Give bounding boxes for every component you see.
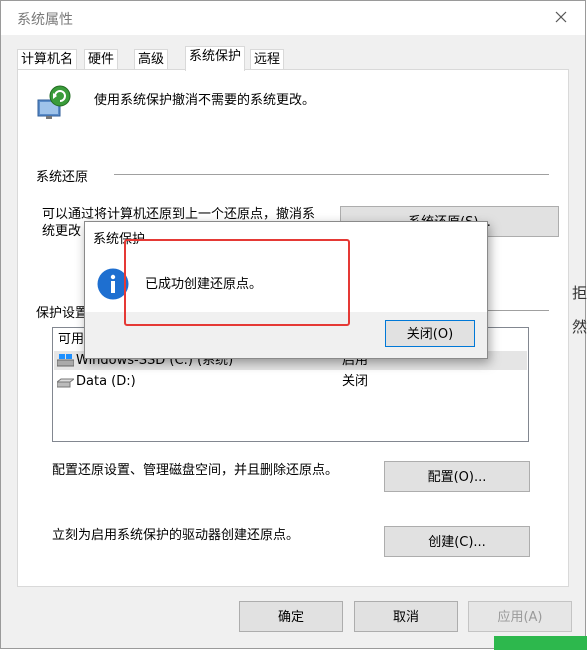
column-header-available: 可用 xyxy=(58,332,85,347)
intro-text: 使用系统保护撤消不需要的系统更改。 xyxy=(94,93,316,108)
divider xyxy=(114,174,549,175)
tab-remote[interactable]: 远程 xyxy=(250,49,285,70)
configure-button[interactable]: 配置(O)... xyxy=(384,461,530,492)
background-text: 拒 xyxy=(572,284,587,302)
drive-icon xyxy=(57,378,74,388)
dialog-close-button[interactable]: 关闭(O) xyxy=(385,320,475,347)
list-item[interactable]: Data (D:) 关闭 xyxy=(54,372,527,391)
apply-button[interactable]: 应用(A) xyxy=(468,601,572,632)
drive-status: 关闭 xyxy=(342,374,369,389)
tab-system-protection[interactable]: 系统保护 xyxy=(185,46,246,71)
protection-settings-heading: 保护设置 xyxy=(36,306,89,321)
close-icon[interactable] xyxy=(551,7,571,27)
restore-description-line2: 统更改 xyxy=(42,224,82,239)
tab-computer-name[interactable]: 计算机名 xyxy=(17,49,78,70)
tab-advanced[interactable]: 高级 xyxy=(134,49,169,70)
highlight-box xyxy=(124,239,350,326)
system-restore-heading: 系统还原 xyxy=(36,170,89,185)
system-protection-icon xyxy=(37,85,71,119)
title-bar: 系统属性 xyxy=(1,1,585,35)
windows-drive-icon xyxy=(57,354,74,367)
window-title: 系统属性 xyxy=(17,12,73,28)
configure-description: 配置还原设置、管理磁盘空间，并且删除还原点。 xyxy=(52,463,339,478)
divider xyxy=(488,310,549,311)
ok-button[interactable]: 确定 xyxy=(239,601,343,632)
tab-hardware[interactable]: 硬件 xyxy=(84,49,119,70)
create-description: 立刻为启用系统保护的驱动器创建还原点。 xyxy=(52,528,300,543)
drive-name: Data (D:) xyxy=(76,374,136,389)
cancel-button[interactable]: 取消 xyxy=(354,601,458,632)
create-button[interactable]: 创建(C)... xyxy=(384,526,530,557)
background-text: 然 xyxy=(572,318,587,336)
background-green-bar xyxy=(494,636,587,650)
